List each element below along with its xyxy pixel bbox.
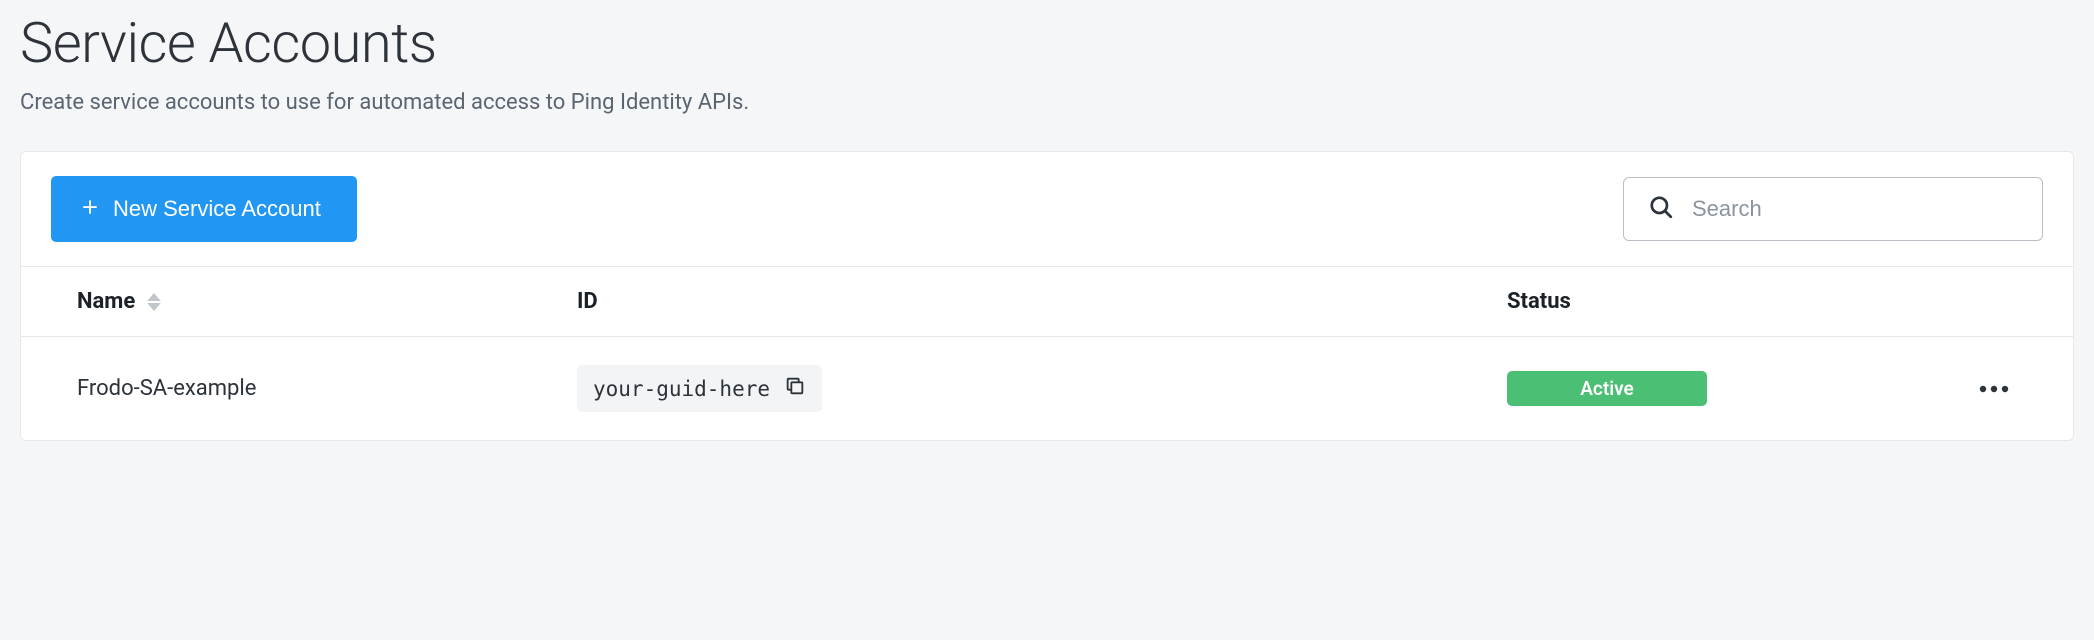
- column-header-name[interactable]: Name: [67, 267, 567, 336]
- plus-icon: [81, 196, 99, 222]
- service-accounts-table: Name ID Status Frodo-SA-example: [21, 266, 2073, 440]
- row-id-value: your-guid-here: [593, 377, 770, 401]
- row-id-cell: your-guid-here: [567, 337, 1497, 440]
- ellipsis-icon: [1979, 381, 2009, 396]
- row-actions-cell: [1877, 345, 2027, 432]
- sort-icon: [147, 293, 161, 311]
- column-header-status[interactable]: Status: [1497, 267, 1877, 336]
- new-service-account-button[interactable]: New Service Account: [51, 176, 357, 242]
- new-service-account-label: New Service Account: [113, 196, 321, 222]
- page-subtitle: Create service accounts to use for autom…: [20, 90, 2074, 115]
- id-pill: your-guid-here: [577, 365, 822, 412]
- service-accounts-card: New Service Account Name: [20, 151, 2074, 441]
- row-name-value: Frodo-SA-example: [77, 376, 256, 401]
- column-header-name-label: Name: [77, 289, 135, 314]
- column-header-actions: [1877, 280, 2027, 324]
- toolbar: New Service Account: [21, 152, 2073, 266]
- table-header: Name ID Status: [21, 266, 2073, 337]
- column-header-status-label: Status: [1507, 289, 1571, 314]
- row-name-cell[interactable]: Frodo-SA-example: [67, 348, 567, 429]
- column-header-id[interactable]: ID: [567, 267, 1497, 336]
- search-box[interactable]: [1623, 177, 2043, 241]
- column-header-id-label: ID: [577, 289, 598, 314]
- table-row: Frodo-SA-example your-guid-here Active: [21, 337, 2073, 440]
- page-title: Service Accounts: [20, 10, 2074, 76]
- copy-icon[interactable]: [784, 375, 806, 402]
- search-input[interactable]: [1692, 196, 2018, 222]
- row-status-cell: Active: [1497, 343, 1877, 434]
- more-actions-button[interactable]: [1971, 373, 2017, 404]
- search-icon: [1648, 194, 1674, 224]
- status-badge: Active: [1507, 371, 1707, 406]
